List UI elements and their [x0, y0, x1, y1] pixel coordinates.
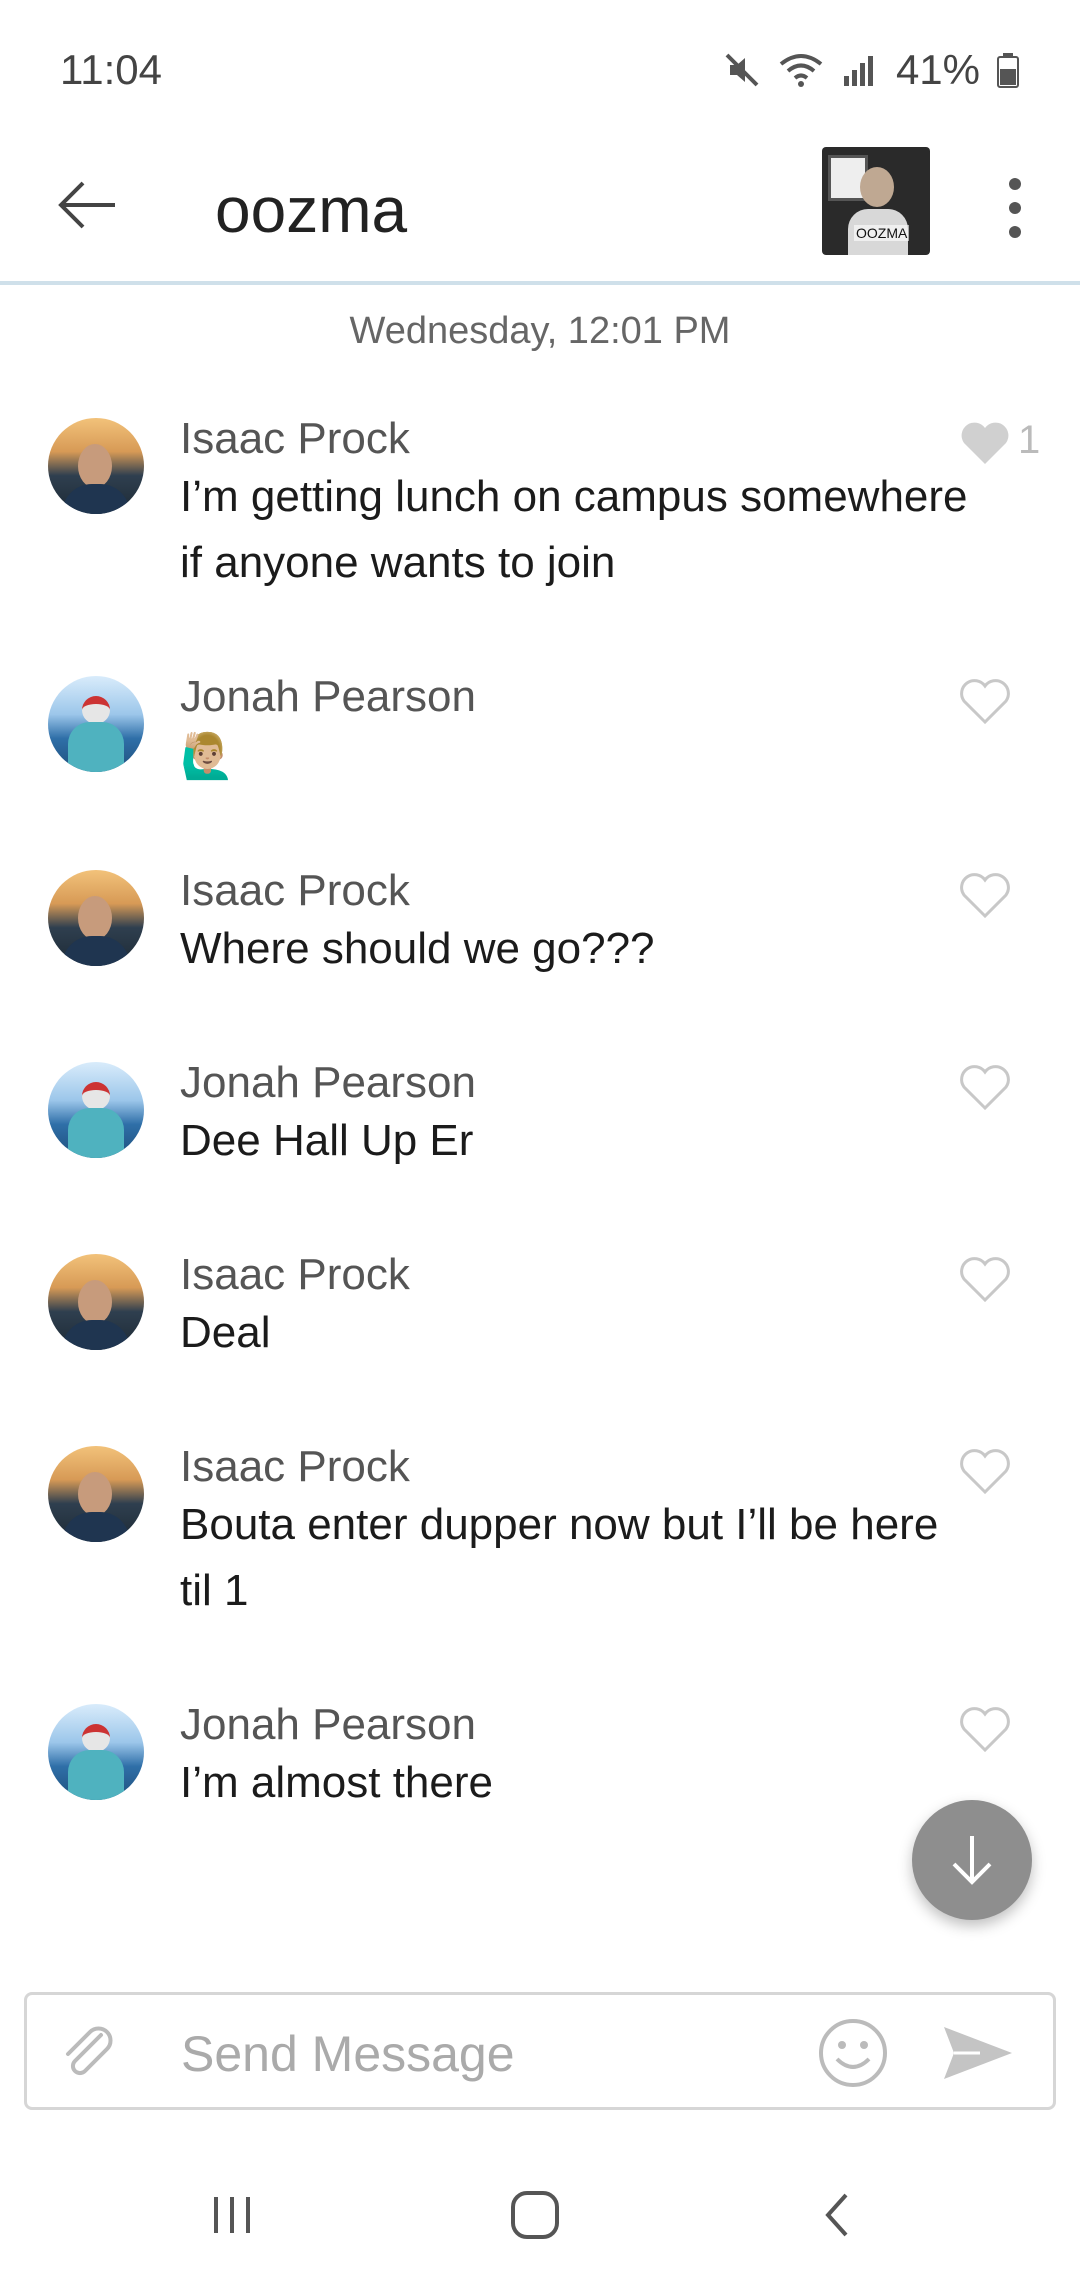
- avatar[interactable]: [48, 870, 144, 966]
- recents-button[interactable]: [182, 2170, 282, 2260]
- more-options-button[interactable]: [990, 168, 1040, 248]
- message-text: Bouta enter dupper now but I’ll be here …: [180, 1500, 939, 1615]
- message-text: I’m getting lunch on campus somewhere if…: [180, 472, 968, 587]
- date-separator: Wednesday, 12:01 PM: [349, 310, 731, 352]
- message-author: Isaac Prock: [180, 414, 410, 463]
- signal-icon: [840, 50, 880, 90]
- back-button[interactable]: [48, 165, 128, 245]
- heart-icon[interactable]: [958, 1704, 1012, 1754]
- wifi-icon: [778, 50, 824, 90]
- message-text: Where should we go???: [180, 924, 655, 973]
- status-time: 11:04: [60, 46, 162, 93]
- message-author: Jonah Pearson: [180, 1058, 476, 1107]
- home-button[interactable]: [485, 2170, 585, 2260]
- message-author: Isaac Prock: [180, 1442, 410, 1491]
- more-vert-icon: [1009, 178, 1021, 190]
- status-bar: 11:04 41%: [0, 0, 1080, 140]
- message-text: I’m almost there: [180, 1758, 493, 1807]
- avatar[interactable]: [48, 1704, 144, 1800]
- attach-button[interactable]: [49, 2013, 129, 2093]
- heart-icon[interactable]: [958, 676, 1012, 726]
- recents-icon: [214, 2197, 250, 2233]
- heart-icon[interactable]: [958, 418, 1012, 468]
- scroll-to-bottom-button[interactable]: [912, 1800, 1032, 1920]
- heart-icon[interactable]: [958, 1254, 1012, 1304]
- message-composer: [24, 1992, 1056, 2110]
- arrow-left-icon: [58, 181, 115, 229]
- heart-icon[interactable]: [958, 1446, 1012, 1496]
- message-author: Isaac Prock: [180, 866, 410, 915]
- emoji-button[interactable]: [813, 2013, 893, 2093]
- arrow-down-icon: [952, 1836, 992, 1885]
- mute-icon: [722, 50, 762, 90]
- message-author: Isaac Prock: [180, 1250, 410, 1299]
- avatar[interactable]: [48, 676, 144, 772]
- back-nav-button[interactable]: [788, 2170, 888, 2260]
- message-author: Jonah Pearson: [180, 1700, 476, 1749]
- chevron-left-icon: [825, 2193, 848, 2237]
- heart-icon[interactable]: [958, 1062, 1012, 1112]
- paperclip-icon: [66, 2026, 113, 2076]
- send-icon: [944, 2027, 1012, 2079]
- avatar[interactable]: [48, 1446, 144, 1542]
- heart-icon[interactable]: [958, 870, 1012, 920]
- avatar[interactable]: [48, 1254, 144, 1350]
- group-avatar-label: OOZMA: [854, 225, 910, 241]
- smiley-icon: [819, 2019, 887, 2087]
- message-text: Dee Hall Up Er: [180, 1116, 474, 1165]
- like-count: 1: [1018, 418, 1041, 462]
- message-author: Jonah Pearson: [180, 672, 476, 721]
- status-icons: 41%: [722, 46, 1020, 94]
- system-nav-bar: [0, 2150, 1080, 2280]
- group-title[interactable]: oozma: [215, 165, 407, 255]
- send-button[interactable]: [933, 2013, 1023, 2093]
- avatar[interactable]: [48, 418, 144, 514]
- battery-percent: 41%: [895, 46, 980, 93]
- group-avatar[interactable]: OOZMA: [822, 147, 930, 255]
- home-icon: [511, 2191, 559, 2239]
- message-text: 🙋🏼‍♂️: [180, 732, 235, 781]
- avatar[interactable]: [48, 1062, 144, 1158]
- battery-icon: [996, 50, 1020, 90]
- top-app-bar: oozma OOZMA: [0, 140, 1080, 285]
- message-text: Deal: [180, 1308, 271, 1357]
- message-input[interactable]: [179, 2009, 803, 2099]
